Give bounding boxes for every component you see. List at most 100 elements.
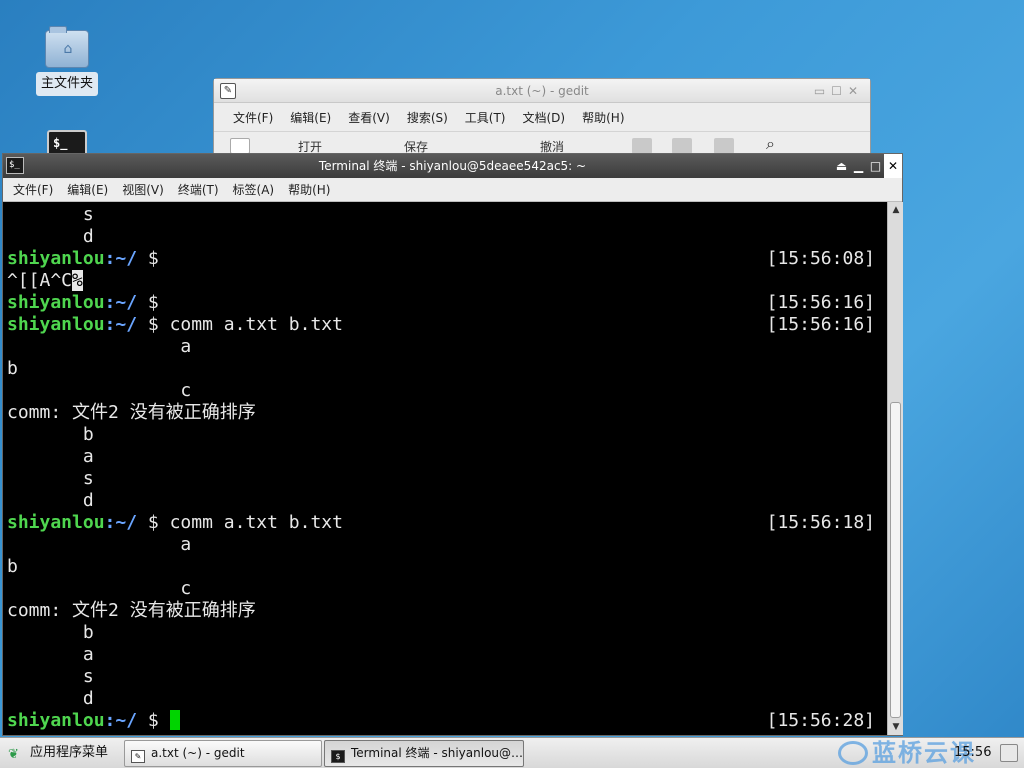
prompt-path: :~/ bbox=[104, 292, 138, 313]
prompt-timestamp: [15:56:18] bbox=[766, 512, 875, 533]
terminal-output-line: comm: 文件2 没有被正确排序 bbox=[7, 600, 256, 621]
terminal-prompt-line: shiyanlou:~/ $ comm a.txt b.txt bbox=[7, 314, 343, 336]
gedit-toolbar: 打开 保存 撤消 ⌕ bbox=[214, 131, 870, 155]
home-folder-label[interactable]: 主文件夹 bbox=[36, 72, 98, 96]
gedit-title: a.txt (~) - gedit bbox=[495, 84, 589, 98]
terminal-menubar: 文件(F) 编辑(E) 视图(V) 终端(T) 标签(A) 帮助(H) bbox=[3, 178, 902, 202]
terminal-output-line: a bbox=[7, 534, 192, 555]
gedit-task-icon: ✎ bbox=[131, 750, 145, 763]
terminal-app-icon: $_ bbox=[6, 157, 24, 174]
leaf-icon: ❦ bbox=[8, 747, 19, 762]
gedit-app-icon: ✎ bbox=[220, 83, 236, 99]
home-folder-icon[interactable]: ⌂ bbox=[45, 26, 89, 68]
gedit-menu-view[interactable]: 查看(V) bbox=[348, 109, 390, 126]
terminal-output-line: d bbox=[7, 688, 94, 709]
gedit-window-controls[interactable]: ▭☐✕ bbox=[814, 79, 864, 103]
terminal-output-line: c bbox=[7, 380, 192, 401]
minimize-icon[interactable]: ▁ bbox=[850, 154, 867, 178]
terminal-output-line: a bbox=[7, 336, 192, 357]
shade-icon[interactable]: ⏏ bbox=[833, 154, 850, 178]
prompt-user: shiyanlou bbox=[7, 512, 105, 533]
taskbar-terminal-label: Terminal 终端 - shiyanlou@… bbox=[351, 746, 524, 760]
copy-icon[interactable] bbox=[672, 138, 692, 154]
new-document-icon[interactable] bbox=[230, 138, 250, 154]
prompt-symbol: $ bbox=[137, 314, 159, 335]
prompt-timestamp: [15:56:28] bbox=[766, 710, 875, 731]
terminal-menu-help[interactable]: 帮助(H) bbox=[288, 181, 330, 198]
terminal-output-line: a bbox=[7, 644, 94, 665]
prompt-user: shiyanlou bbox=[7, 248, 105, 269]
highlighted-char: % bbox=[72, 270, 83, 291]
scrollbar-thumb[interactable] bbox=[890, 402, 901, 718]
gedit-menu-help[interactable]: 帮助(H) bbox=[582, 109, 624, 126]
prompt-command bbox=[159, 710, 170, 731]
terminal-title: Terminal 终端 - shiyanlou@5deaee542ac5: ~ bbox=[318, 159, 587, 173]
terminal-menu-edit[interactable]: 编辑(E) bbox=[67, 181, 108, 198]
logo-ring-icon bbox=[838, 741, 868, 765]
prompt-command: comm a.txt b.txt bbox=[158, 512, 343, 533]
terminal-output-line: b bbox=[7, 424, 94, 445]
prompt-symbol: $ bbox=[137, 710, 159, 731]
terminal-menu-file[interactable]: 文件(F) bbox=[13, 181, 53, 198]
terminal-output-line: a bbox=[7, 446, 94, 467]
terminal-output-line: s bbox=[7, 468, 94, 489]
prompt-path: :~/ bbox=[104, 512, 138, 533]
scroll-up-icon[interactable]: ▲ bbox=[890, 204, 902, 216]
prompt-timestamp: [15:56:16] bbox=[766, 292, 875, 313]
applications-menu-label: 应用程序菜单 bbox=[30, 745, 109, 760]
gedit-menu-file[interactable]: 文件(F) bbox=[233, 109, 273, 126]
terminal-titlebar[interactable]: $_ Terminal 终端 - shiyanlou@5deaee542ac5:… bbox=[3, 154, 902, 178]
taskbar-gedit[interactable]: ✎ a.txt (~) - gedit bbox=[124, 740, 322, 767]
terminal-menu-view[interactable]: 视图(V) bbox=[122, 181, 164, 198]
gedit-menu-search[interactable]: 搜索(S) bbox=[407, 109, 448, 126]
terminal-menu-terminal[interactable]: 终端(T) bbox=[178, 181, 219, 198]
terminal-prompt-line: shiyanlou:~/ $ bbox=[7, 710, 180, 732]
terminal-window[interactable]: $_ Terminal 终端 - shiyanlou@5deaee542ac5:… bbox=[2, 153, 903, 736]
notification-icon[interactable] bbox=[1000, 744, 1018, 762]
terminal-prompt-line: shiyanlou:~/ $ bbox=[7, 292, 159, 314]
gedit-menu-tools[interactable]: 工具(T) bbox=[465, 109, 506, 126]
paste-icon[interactable] bbox=[714, 138, 734, 154]
scroll-down-icon[interactable]: ▼ bbox=[890, 721, 902, 733]
prompt-symbol: $ bbox=[137, 512, 159, 533]
terminal-output-line: ^[[A^C% bbox=[7, 270, 83, 292]
terminal-output-line: s bbox=[7, 204, 94, 225]
terminal-output-line: comm: 文件2 没有被正确排序 bbox=[7, 402, 256, 423]
search-icon[interactable]: ⌕ bbox=[766, 134, 775, 154]
terminal-output-line: d bbox=[7, 490, 94, 511]
prompt-symbol: $ bbox=[137, 248, 159, 269]
terminal-screen[interactable]: s d shiyanlou:~/ $ [15:56:08] ^[[A^C% shiyan… bbox=[3, 202, 887, 735]
output-text: ^[[A^C bbox=[7, 270, 73, 291]
home-icon: ⌂ bbox=[63, 41, 73, 57]
gedit-menubar: 文件(F) 编辑(E) 查看(V) 搜索(S) 工具(T) 文档(D) 帮助(H… bbox=[214, 103, 870, 131]
prompt-path: :~/ bbox=[104, 710, 138, 731]
terminal-cursor bbox=[169, 710, 180, 730]
prompt-path: :~/ bbox=[104, 248, 138, 269]
gedit-titlebar[interactable]: ✎ a.txt (~) - gedit ▭☐✕ bbox=[214, 79, 870, 103]
prompt-timestamp: [15:56:16] bbox=[766, 314, 875, 335]
taskbar: ❦ 应用程序菜单 ✎ a.txt (~) - gedit $ Terminal 终端 … bbox=[0, 737, 1024, 768]
terminal-output-line: b bbox=[7, 556, 18, 577]
prompt-user: shiyanlou bbox=[7, 314, 105, 335]
prompt-symbol: $ bbox=[137, 292, 159, 313]
maximize-icon[interactable]: □ bbox=[867, 154, 884, 178]
terminal-menu-tabs[interactable]: 标签(A) bbox=[233, 181, 275, 198]
terminal-output-line: c bbox=[7, 578, 192, 599]
terminal-window-controls: ⏏ ▁ □ ✕ bbox=[833, 154, 902, 178]
prompt-path: :~/ bbox=[104, 314, 138, 335]
prompt-user: shiyanlou bbox=[7, 710, 105, 731]
clock[interactable]: 15:56 bbox=[954, 738, 991, 768]
applications-menu-button[interactable]: ❦ 应用程序菜单 bbox=[8, 742, 108, 764]
prompt-command: comm a.txt b.txt bbox=[158, 314, 343, 335]
gedit-menu-edit[interactable]: 编辑(E) bbox=[290, 109, 331, 126]
close-icon[interactable]: ✕ bbox=[884, 154, 902, 178]
terminal-task-icon: $ bbox=[331, 750, 345, 763]
taskbar-terminal[interactable]: $ Terminal 终端 - shiyanlou@… bbox=[324, 740, 524, 767]
terminal-prompt-line: shiyanlou:~/ $ comm a.txt b.txt bbox=[7, 512, 343, 534]
terminal-output-line: d bbox=[7, 226, 94, 247]
gedit-menu-documents[interactable]: 文档(D) bbox=[523, 109, 566, 126]
prompt-user: shiyanlou bbox=[7, 292, 105, 313]
prompt-timestamp: [15:56:08] bbox=[766, 248, 875, 269]
cut-icon[interactable] bbox=[632, 138, 652, 154]
terminal-scrollbar[interactable]: ▲ ▼ bbox=[887, 202, 903, 735]
